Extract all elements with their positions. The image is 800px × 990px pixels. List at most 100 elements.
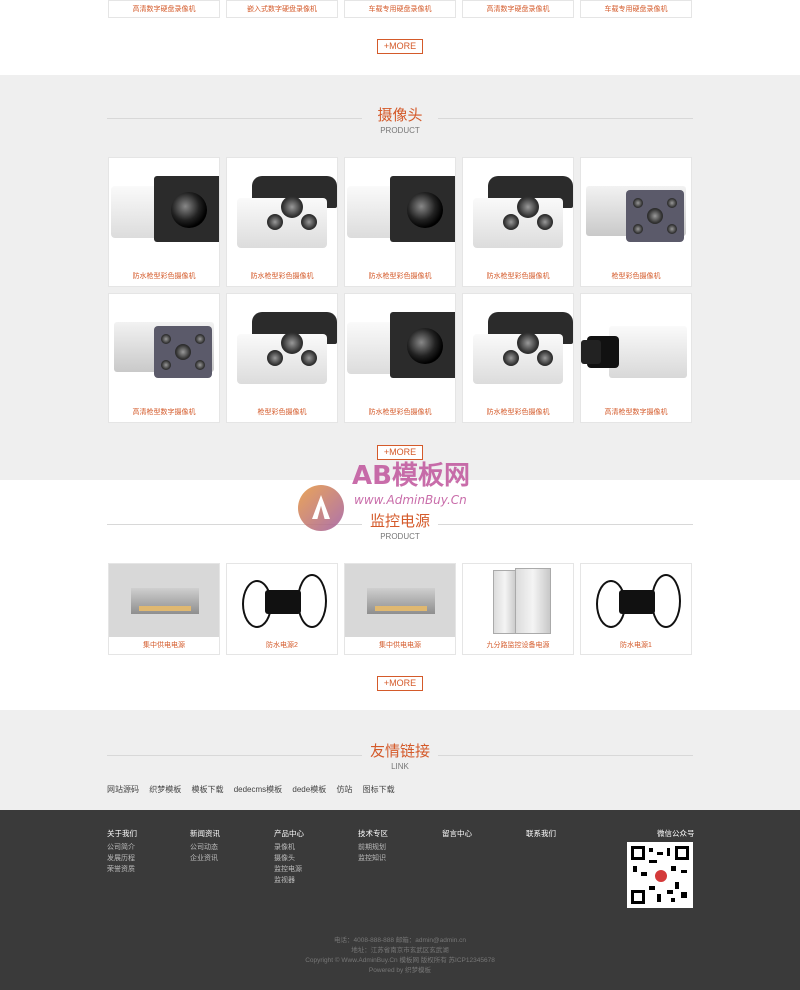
product-image[interactable] (345, 158, 455, 268)
footer-link[interactable]: 监控知识 (358, 853, 388, 864)
product-card[interactable]: 车载专用硬盘录像机 (344, 0, 456, 18)
product-card[interactable]: 九分路监控设备电源 (462, 563, 574, 655)
product-image[interactable] (227, 564, 337, 637)
product-card[interactable]: 枪型彩色摄像机 (226, 293, 338, 423)
copyright-line: Copyright © Www.AdminBuy.Cn 模板网 版权所有 苏IC… (305, 957, 495, 964)
product-image[interactable] (109, 564, 219, 637)
product-caption: 九分路监控设备电源 (486, 642, 550, 649)
footer-link[interactable]: 摄像头 (274, 853, 304, 864)
product-card[interactable]: 防水枪型彩色摄像机 (344, 157, 456, 287)
footer-heading[interactable]: 技术专区 (358, 828, 388, 839)
product-image[interactable] (345, 294, 455, 404)
more-button[interactable]: +MORE (377, 676, 423, 691)
product-card[interactable]: 高清枪型数字摄像机 (108, 293, 220, 423)
footer-column: 产品中心 录像机 摄像头 监控电源 监视器 (274, 828, 304, 886)
product-caption: 防水枪型彩色摄像机 (368, 273, 432, 280)
product-card[interactable]: 防水电源1 (580, 563, 692, 655)
section-title: 监控电源 (369, 513, 430, 530)
footer-heading[interactable]: 产品中心 (274, 828, 304, 839)
product-image[interactable] (581, 294, 691, 404)
product-card[interactable]: 防水枪型彩色摄像机 (462, 293, 574, 423)
more-button[interactable]: +MORE (377, 39, 423, 54)
product-image[interactable] (109, 294, 219, 404)
product-caption: 防水电源2 (266, 642, 298, 649)
footer-link[interactable]: 录像机 (274, 842, 304, 853)
product-caption: 高清枪型数字摄像机 (132, 409, 196, 416)
product-caption: 高清枪型数字摄像机 (604, 409, 668, 416)
product-image[interactable] (227, 158, 337, 268)
product-card[interactable]: 枪型彩色摄像机 (580, 157, 692, 287)
product-card[interactable]: 高清枪型数字摄像机 (580, 293, 692, 423)
footer-link[interactable]: 发展历程 (107, 853, 137, 864)
product-image[interactable] (463, 158, 573, 268)
product-image[interactable] (345, 564, 455, 637)
footer-heading[interactable]: 联系我们 (526, 828, 556, 839)
qr-code-icon (627, 842, 693, 908)
friend-link[interactable]: dede模板 (292, 785, 326, 794)
footer-column: 留言中心 (442, 828, 472, 842)
more-button[interactable]: +MORE (377, 445, 423, 460)
friend-link[interactable]: 织梦模板 (149, 785, 181, 794)
product-card[interactable]: 防水枪型彩色摄像机 (462, 157, 574, 287)
section-subtitle: PRODUCT (380, 532, 420, 541)
contact-line: 电话：4008-888-888 邮箱：admin@admin.cn (334, 937, 466, 944)
product-caption: 集中供电电源 (379, 642, 421, 649)
product-caption: 防水枪型彩色摄像机 (368, 409, 432, 416)
product-image[interactable] (227, 294, 337, 404)
footer-column: 新闻资讯 公司动态 企业资讯 (190, 828, 220, 864)
product-card[interactable]: 集中供电电源 (108, 563, 220, 655)
footer-column: 关于我们 公司简介 发展历程 荣誉资质 (107, 828, 137, 875)
footer-link[interactable]: 企业资讯 (190, 853, 220, 864)
product-image[interactable] (463, 294, 573, 404)
product-caption: 车载专用硬盘录像机 (604, 6, 668, 13)
footer-link[interactable]: 前期规划 (358, 842, 388, 853)
footer-link[interactable]: 公司简介 (107, 842, 137, 853)
product-caption: 高清数字硬盘录像机 (486, 6, 550, 13)
product-caption: 防水枪型彩色摄像机 (250, 273, 314, 280)
product-card[interactable]: 防水枪型彩色摄像机 (226, 157, 338, 287)
address-line: 地址：江苏省南京市玄武区玄武湖 (351, 947, 449, 954)
footer-link[interactable]: 公司动态 (190, 842, 220, 853)
product-image[interactable] (109, 158, 219, 268)
product-card[interactable]: 高清数字硬盘录像机 (462, 0, 574, 18)
product-caption: 枪型彩色摄像机 (611, 273, 661, 280)
section-subtitle: PRODUCT (380, 126, 420, 135)
friend-link[interactable]: 仿站 (336, 785, 352, 794)
product-image[interactable] (581, 564, 691, 637)
footer-link[interactable]: 监视器 (274, 875, 304, 886)
product-card[interactable]: 车载专用硬盘录像机 (580, 0, 692, 18)
product-image[interactable] (581, 158, 691, 268)
wechat-label: 微信公众号 (657, 829, 695, 838)
product-card[interactable]: 高清数字硬盘录像机 (108, 0, 220, 18)
section-title: 摄像头 (377, 107, 423, 124)
footer-heading[interactable]: 留言中心 (442, 828, 472, 839)
product-caption: 防水枪型彩色摄像机 (132, 273, 196, 280)
friend-link[interactable]: 模板下载 (191, 785, 223, 794)
friend-link[interactable]: dedecms模板 (234, 785, 282, 794)
product-card[interactable]: 防水枪型彩色摄像机 (344, 293, 456, 423)
product-caption: 防水枪型彩色摄像机 (486, 409, 550, 416)
footer-heading[interactable]: 新闻资讯 (190, 828, 220, 839)
footer-link[interactable]: 监控电源 (274, 864, 304, 875)
footer-heading[interactable]: 关于我们 (107, 828, 137, 839)
copyright: 电话：4008-888-888 邮箱：admin@admin.cn 地址：江苏省… (0, 936, 800, 976)
product-caption: 高清数字硬盘录像机 (132, 6, 196, 13)
product-caption: 嵌入式数字硬盘录像机 (247, 6, 317, 13)
product-card[interactable]: 嵌入式数字硬盘录像机 (226, 0, 338, 18)
brand-logo-icon (654, 869, 668, 883)
product-card[interactable]: 集中供电电源 (344, 563, 456, 655)
product-card[interactable]: 防水枪型彩色摄像机 (108, 157, 220, 287)
wechat-column: 微信公众号 (657, 828, 695, 842)
product-card[interactable]: 防水电源2 (226, 563, 338, 655)
footer-link[interactable]: 荣誉资质 (107, 864, 137, 875)
footer-column: 技术专区 前期规划 监控知识 (358, 828, 388, 864)
product-caption: 枪型彩色摄像机 (257, 409, 307, 416)
section-subtitle: LINK (391, 762, 409, 771)
product-caption: 车载专用硬盘录像机 (368, 6, 432, 13)
section-title: 友情链接 (369, 743, 430, 760)
friend-link[interactable]: 网站源码 (107, 785, 139, 794)
section-heading: 友情链接 LINK (0, 740, 800, 771)
friend-link[interactable]: 图标下载 (363, 785, 395, 794)
product-image[interactable] (463, 564, 573, 637)
friend-links: 网站源码 织梦模板 模板下载 dedecms模板 dede模板 仿站 图标下载 (107, 784, 403, 795)
